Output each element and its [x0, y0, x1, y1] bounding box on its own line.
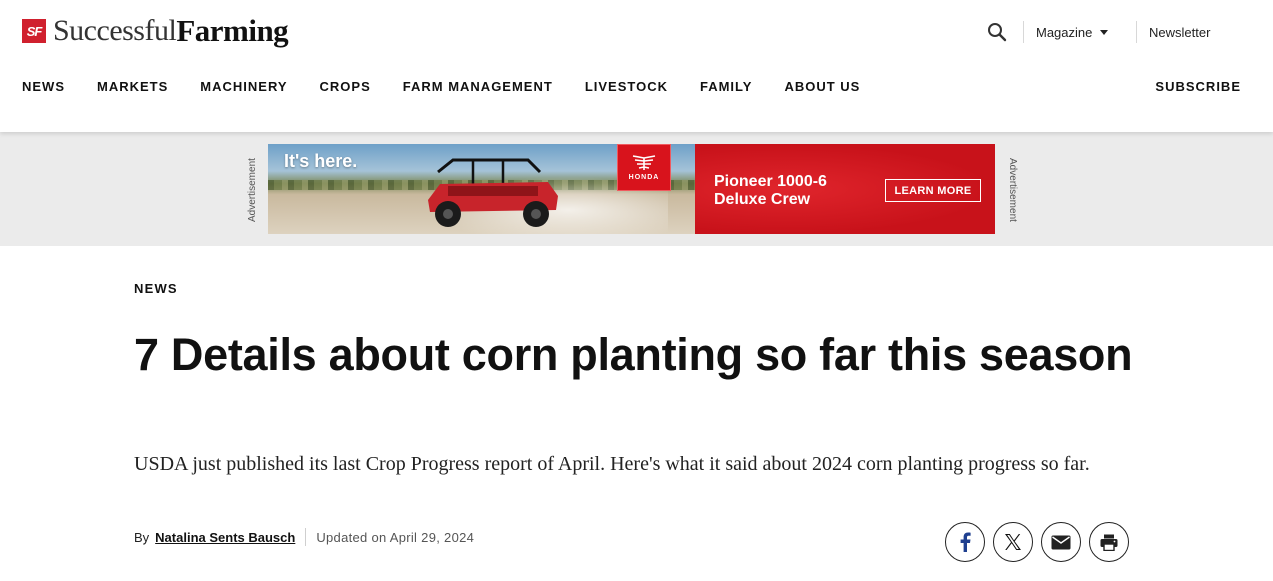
logo-text-bold: Farming — [176, 13, 289, 48]
site-header: SF Successful Farming Magazine Newslette… — [0, 0, 1273, 132]
byline-divider — [305, 528, 307, 546]
ad-headline: It's here. — [284, 151, 358, 171]
chevron-down-icon — [1100, 29, 1109, 35]
search-icon — [988, 23, 1007, 42]
logo-badge: SF — [22, 19, 46, 43]
x-icon — [1005, 534, 1021, 550]
byline-prefix: By — [134, 529, 150, 545]
subscribe-link[interactable]: SUBSCRIBE — [1155, 79, 1241, 94]
nav-item-family[interactable]: FAMILY — [700, 79, 752, 94]
facebook-icon — [960, 532, 971, 552]
ad-band: Advertisement It's here. HONDA Pioneer 1… — [0, 132, 1273, 246]
article-dek: USDA just published its last Crop Progre… — [134, 453, 1090, 475]
share-print-button[interactable] — [1089, 522, 1129, 562]
newsletter-link[interactable]: Newsletter — [1137, 25, 1273, 40]
magazine-label: Magazine — [1036, 24, 1093, 40]
honda-wordmark: HONDA — [628, 174, 660, 181]
share-x-button[interactable] — [993, 522, 1033, 562]
print-icon — [1100, 534, 1118, 551]
banner-ad[interactable]: It's here. HONDA Pioneer 1000-6 Deluxe C… — [268, 144, 995, 234]
share-email-button[interactable] — [1041, 522, 1081, 562]
share-bar — [945, 522, 1129, 562]
ad-label-left: Advertisement — [247, 158, 258, 222]
search-button[interactable] — [983, 18, 1011, 46]
article-title: 7 Details about corn planting so far thi… — [134, 329, 1133, 380]
author-link[interactable]: Natalina Sents Bausch — [155, 530, 295, 545]
share-facebook-button[interactable] — [945, 522, 985, 562]
nav-item-machinery[interactable]: MACHINERY — [200, 79, 287, 94]
logo-text-light: Successful — [53, 14, 177, 47]
nav-item-about-us[interactable]: ABOUT US — [784, 79, 860, 94]
updated-date: Updated on April 29, 2024 — [316, 529, 475, 545]
nav-item-news[interactable]: NEWS — [22, 79, 65, 94]
byline: By Natalina Sents Bausch Updated on Apri… — [134, 528, 474, 546]
ad-title: Pioneer 1000-6 Deluxe Crew — [714, 173, 884, 209]
ad-learn-more-button[interactable]: LEARN MORE — [885, 179, 981, 202]
main-nav: NEWS MARKETS MACHINERY CROPS FARM MANAGE… — [22, 79, 892, 94]
nav-item-farm-management[interactable]: FARM MANAGEMENT — [403, 79, 553, 94]
honda-wing-icon — [632, 155, 656, 170]
nav-item-markets[interactable]: MARKETS — [97, 79, 168, 94]
ad-title-line1: Pioneer 1000-6 — [714, 173, 827, 190]
magazine-menu[interactable]: Magazine — [1024, 25, 1136, 40]
nav-item-crops[interactable]: CROPS — [320, 79, 371, 94]
nav-item-livestock[interactable]: LIVESTOCK — [585, 79, 668, 94]
utv-vehicle-image — [428, 158, 558, 227]
utility-bar: Magazine Newsletter — [983, 18, 1273, 46]
email-icon — [1051, 535, 1071, 549]
article-category[interactable]: NEWS — [134, 281, 178, 296]
newsletter-label: Newsletter — [1149, 24, 1211, 40]
ad-label-right: Advertisement — [1007, 158, 1018, 222]
honda-logo: HONDA — [617, 144, 671, 191]
ad-title-line2: Deluxe Crew — [714, 191, 811, 208]
site-logo[interactable]: SF Successful Farming — [22, 13, 289, 49]
